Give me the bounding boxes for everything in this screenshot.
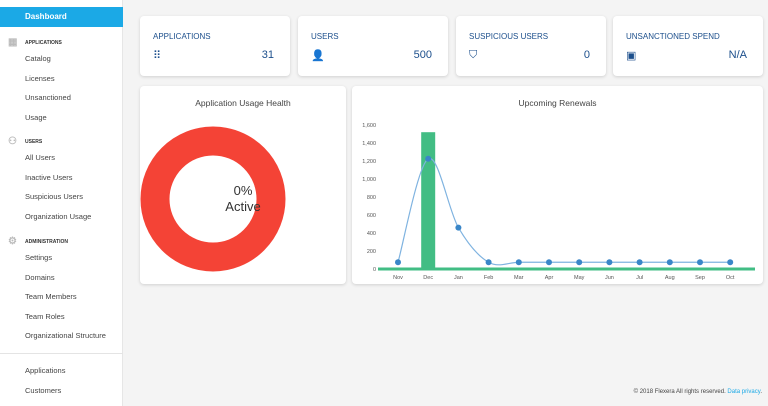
x-tick-label: Oct <box>726 275 735 281</box>
sidebar-item-catalog[interactable]: Catalog <box>25 54 51 63</box>
section-title: USERS <box>25 139 43 145</box>
user-icon: 👤 <box>311 50 325 62</box>
stat-card-users[interactable]: USERS 👤 500 <box>298 16 448 76</box>
y-tick-label: 800 <box>367 195 376 201</box>
y-tick-label: 1,400 <box>362 141 376 147</box>
sidebar-item-organization-usage[interactable]: Organization Usage <box>25 212 91 221</box>
x-tick-label: Nov <box>393 275 403 281</box>
x-tick-label: Jan <box>454 275 463 281</box>
y-tick-label: 200 <box>367 249 376 255</box>
sidebar-item-dashboard[interactable]: Dashboard <box>0 7 123 27</box>
sidebar: Dashboard ▦ APPLICATIONS Catalog Licenses Un… <box>0 0 123 406</box>
footer: © 2018 Flexera All rights reserved. Data… <box>634 389 762 395</box>
stat-card-unsanctioned-spend[interactable]: UNSANCTIONED SPEND ▣ N/A <box>613 16 763 76</box>
x-tick-label: Jul <box>636 275 643 281</box>
data-point <box>576 259 583 266</box>
stat-label: SUSPICIOUS USERS <box>469 32 549 41</box>
x-tick-label: Dec <box>423 275 433 281</box>
x-tick-label: Jun <box>605 275 614 281</box>
grid-icon: ⠿ <box>153 50 162 62</box>
y-tick-label: 1,600 <box>362 123 376 129</box>
data-point <box>636 259 643 266</box>
donut-label: Active <box>225 199 261 214</box>
data-point <box>515 259 522 266</box>
series-line <box>397 158 731 266</box>
sidebar-item-team-members[interactable]: Team Members <box>25 292 77 301</box>
stat-label: APPLICATIONS <box>153 32 211 41</box>
data-point <box>666 259 673 266</box>
footer-end: . <box>760 389 762 395</box>
sidebar-item-organizational-structure[interactable]: Organizational Structure <box>25 331 106 340</box>
sidebar-item-inactive-users[interactable]: Inactive Users <box>25 173 73 182</box>
sidebar-item-all-users[interactable]: All Users <box>25 153 55 162</box>
x-tick-label: Apr <box>545 275 554 281</box>
data-point <box>727 259 734 266</box>
x-tick-label: Aug <box>665 275 675 281</box>
sidebar-item-usage[interactable]: Usage <box>25 113 47 122</box>
stat-label: UNSANCTIONED SPEND <box>626 32 720 41</box>
data-point <box>425 155 432 162</box>
gear-icon: ⚙ <box>8 236 17 247</box>
data-point <box>455 224 462 231</box>
section-applications: ▦ APPLICATIONS <box>8 38 62 48</box>
x-tick-label: Mar <box>514 275 524 281</box>
users-icon: ⚇ <box>8 136 17 147</box>
section-title: ADMINISTRATION <box>25 239 68 245</box>
x-tick-label: May <box>574 275 585 281</box>
data-privacy-link[interactable]: Data privacy <box>727 389 760 395</box>
data-point <box>606 259 613 266</box>
sidebar-item-domains[interactable]: Domains <box>25 273 55 282</box>
sidebar-item-licenses[interactable]: Licenses <box>25 74 55 83</box>
x-tick-label: Feb <box>484 275 493 281</box>
renewals-chart: 0 200 400 600 800 1,000 1,200 1,400 1,600 Nov Dec J… <box>362 123 755 281</box>
applications-icon: ▦ <box>8 37 18 48</box>
section-administration: ⚙ ADMINISTRATION <box>8 237 68 247</box>
divider <box>0 353 123 354</box>
sidebar-item-settings[interactable]: Settings <box>25 253 52 262</box>
stat-value: 0 <box>583 49 590 61</box>
stat-value: 31 <box>261 49 274 61</box>
data-point <box>546 259 552 266</box>
bar <box>421 132 436 269</box>
money-icon: ▣ <box>626 50 637 62</box>
y-tick-label: 1,000 <box>362 177 376 183</box>
copyright: © 2018 Flexera All rights reserved. <box>633 389 726 395</box>
y-tick-label: 600 <box>367 213 376 219</box>
stat-card-suspicious-users[interactable]: SUSPICIOUS USERS ⛉ 0 <box>456 16 606 76</box>
data-point <box>485 259 492 266</box>
donut-percent: 0% <box>233 183 253 198</box>
section-users: ⚇ USERS <box>8 137 42 147</box>
y-tick-label: 1,200 <box>362 159 376 165</box>
stat-value: N/A <box>728 49 747 61</box>
sidebar-item-suspicious-users[interactable]: Suspicious Users <box>25 192 83 201</box>
stat-value: 500 <box>413 49 432 61</box>
sidebar-item-applications[interactable]: Applications <box>25 366 65 375</box>
y-tick-label: 0 <box>373 267 376 273</box>
sidebar-item-customers[interactable]: Customers <box>25 386 61 395</box>
sidebar-item-team-roles[interactable]: Team Roles <box>25 312 65 321</box>
data-point <box>697 259 703 266</box>
x-tick-label: Sep <box>695 275 705 281</box>
section-title: APPLICATIONS <box>25 40 62 46</box>
stat-card-applications[interactable]: APPLICATIONS ⠿ 31 <box>140 16 290 76</box>
sidebar-item-unsanctioned[interactable]: Unsanctioned <box>25 93 71 102</box>
stat-label: USERS <box>311 32 339 41</box>
data-point <box>395 259 401 266</box>
y-tick-label: 400 <box>367 231 376 237</box>
upcoming-renewals-card: Upcoming Renewals 0 200 400 600 800 1,000 1,20… <box>352 86 763 284</box>
shield-icon: ⛉ <box>469 49 478 61</box>
usage-health-card: Application Usage Health 0% Active <box>140 86 346 284</box>
